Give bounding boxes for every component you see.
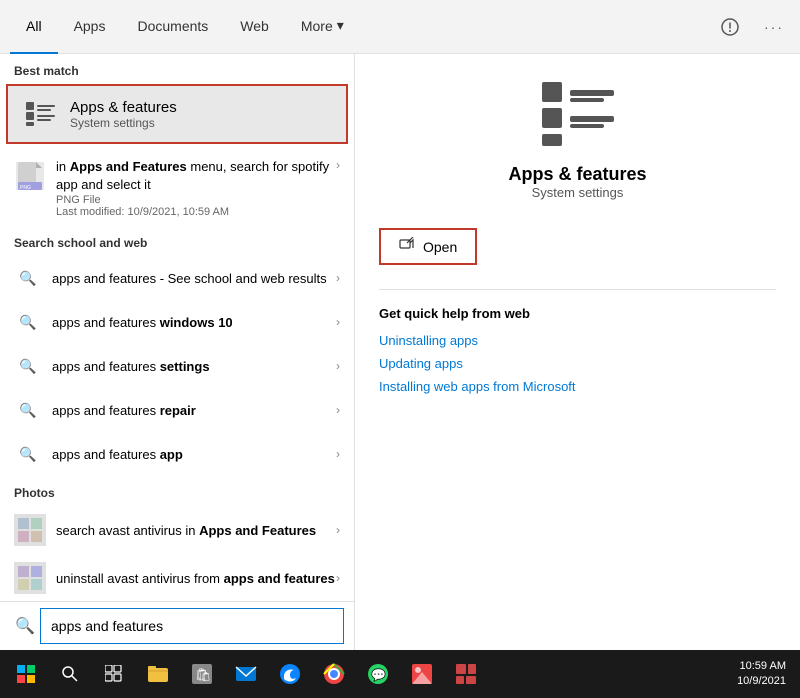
svg-text:🛍: 🛍	[195, 667, 212, 682]
svg-text:💬: 💬	[371, 668, 386, 682]
tab-apps[interactable]: Apps	[58, 0, 122, 54]
photos-icon-0	[14, 514, 46, 546]
search-icon-0: 🔍	[14, 264, 42, 292]
result-arrow-2: ›	[336, 359, 340, 373]
photos-label: Photos	[0, 476, 354, 506]
search-bar-icon: 🔍	[10, 611, 40, 641]
tab-all[interactable]: All	[10, 0, 58, 54]
photos-arrow-1: ›	[336, 571, 340, 585]
photos-icon-1	[14, 562, 46, 594]
chevron-down-icon: ▾	[337, 17, 344, 34]
file-result-arrow: ›	[332, 158, 340, 172]
best-match-subtitle: System settings	[70, 116, 177, 130]
photos-arrow-0: ›	[336, 523, 340, 537]
photos-result-1[interactable]: uninstall avast antivirus from apps and …	[0, 554, 354, 601]
right-app-title: Apps & features	[508, 164, 646, 185]
best-match-title: Apps & features	[70, 99, 177, 116]
quick-help-title: Get quick help from web	[379, 306, 776, 321]
taskbar-search[interactable]	[50, 654, 90, 694]
left-panel: Best match Apps	[0, 54, 355, 601]
feedback-icon[interactable]	[714, 11, 746, 43]
file-title: in Apps and Features menu, search for sp…	[56, 158, 332, 194]
open-button[interactable]: Open	[379, 228, 477, 265]
best-match-label: Best match	[0, 54, 354, 84]
divider	[379, 289, 776, 290]
web-result-4[interactable]: 🔍 apps and features app ›	[0, 432, 354, 476]
search-icon-4: 🔍	[14, 440, 42, 468]
file-modified: Last modified: 10/9/2021, 10:59 AM	[56, 206, 332, 218]
quick-help-link-0[interactable]: Uninstalling apps	[379, 333, 776, 348]
search-input[interactable]	[40, 608, 344, 644]
png-file-icon: PNG	[14, 158, 46, 194]
best-match-item[interactable]: Apps & features System settings	[6, 84, 348, 144]
tab-more[interactable]: More ▾	[285, 0, 360, 54]
right-panel: Apps & features System settings Open	[355, 54, 800, 650]
tab-bar: All Apps Documents Web More ▾ ···	[0, 0, 800, 54]
result-arrow-4: ›	[336, 447, 340, 461]
right-app-subtitle: System settings	[532, 185, 624, 200]
taskbar-edge[interactable]	[270, 654, 310, 694]
search-icon-2: 🔍	[14, 352, 42, 380]
web-result-1[interactable]: 🔍 apps and features windows 10 ›	[0, 300, 354, 344]
taskbar-file-explorer[interactable]	[138, 654, 178, 694]
start-button[interactable]	[6, 654, 46, 694]
taskbar-whatsapp[interactable]: 💬	[358, 654, 398, 694]
open-icon	[399, 237, 415, 256]
school-web-label: Search school and web	[0, 226, 354, 256]
quick-help-link-1[interactable]: Updating apps	[379, 356, 776, 371]
search-bar: 🔍	[0, 601, 354, 650]
taskbar-tiles[interactable]	[446, 654, 486, 694]
web-result-3[interactable]: 🔍 apps and features repair ›	[0, 388, 354, 432]
task-view-button[interactable]	[94, 654, 134, 694]
taskbar-photos[interactable]	[402, 654, 442, 694]
apps-features-icon	[22, 96, 58, 132]
result-arrow-0: ›	[336, 271, 340, 285]
app-icon-area: Apps & features System settings	[379, 74, 776, 200]
quick-help-link-2[interactable]: Installing web apps from Microsoft	[379, 379, 776, 394]
search-icon-1: 🔍	[14, 308, 42, 336]
taskbar-chrome[interactable]	[314, 654, 354, 694]
start-menu: All Apps Documents Web More ▾ ···	[0, 0, 800, 698]
photos-result-0[interactable]: search avast antivirus in Apps and Featu…	[0, 506, 354, 554]
more-options-icon[interactable]: ···	[758, 11, 790, 43]
web-result-2[interactable]: 🔍 apps and features settings ›	[0, 344, 354, 388]
result-arrow-1: ›	[336, 315, 340, 329]
taskbar-store[interactable]: 🛍	[182, 654, 222, 694]
tab-web[interactable]: Web	[224, 0, 285, 54]
svg-text:PNG: PNG	[20, 185, 31, 190]
taskbar: 🛍	[0, 650, 800, 698]
web-result-0[interactable]: 🔍 apps and features - See school and web…	[0, 256, 354, 300]
tab-documents[interactable]: Documents	[121, 0, 224, 54]
taskbar-clock: 10:59 AM 10/9/2021	[729, 659, 794, 690]
photos-result-text-0: search avast antivirus in Apps and Featu…	[56, 523, 336, 538]
file-result[interactable]: PNG in Apps and Features menu, search fo…	[0, 150, 354, 226]
app-big-icon	[538, 74, 618, 154]
taskbar-mail[interactable]	[226, 654, 266, 694]
search-icon-3: 🔍	[14, 396, 42, 424]
photos-result-text-1: uninstall avast antivirus from apps and …	[56, 571, 336, 586]
file-type: PNG File	[56, 194, 332, 206]
open-btn-wrap: Open	[379, 228, 776, 265]
result-arrow-3: ›	[336, 403, 340, 417]
